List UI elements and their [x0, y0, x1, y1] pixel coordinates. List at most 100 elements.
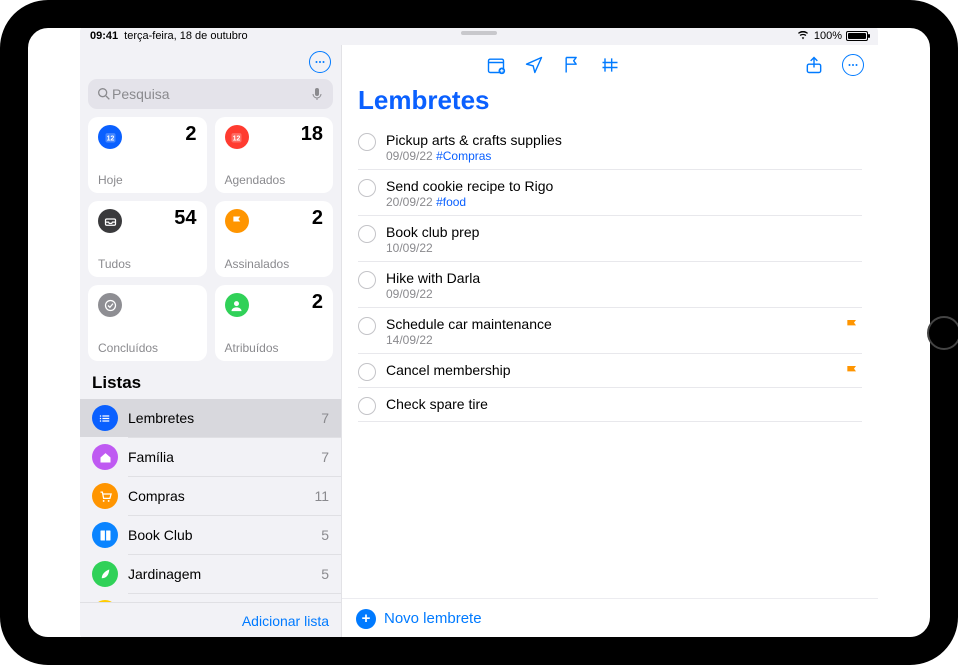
reminder-row[interactable]: Book club prep10/09/22: [358, 216, 862, 262]
location-icon[interactable]: [524, 55, 544, 75]
smart-card-count: 2: [185, 123, 196, 146]
list-name: Jardinagem: [128, 566, 311, 582]
list-count: 11: [314, 488, 329, 504]
reminder-row[interactable]: Hike with Darla09/09/22: [358, 262, 862, 308]
reminder-row[interactable]: Pickup arts & crafts supplies09/09/22 #C…: [358, 124, 862, 170]
reminder-title: Pickup arts & crafts supplies: [386, 132, 862, 148]
reminder-tag[interactable]: #Compras: [436, 149, 491, 163]
calendar-icon: 12: [98, 125, 122, 149]
complete-toggle[interactable]: [358, 179, 376, 197]
reminder-tag[interactable]: #food: [436, 195, 466, 209]
main-more-button[interactable]: [842, 54, 864, 76]
home-button[interactable]: [927, 316, 958, 350]
list-row-lembretes[interactable]: Lembretes 7: [80, 399, 341, 437]
list-row-compras[interactable]: Compras 11: [80, 477, 341, 515]
status-date: terça-feira, 18 de outubro: [124, 30, 248, 42]
page-title: Lembretes: [342, 85, 878, 124]
mic-icon[interactable]: [309, 86, 325, 102]
reminder-row[interactable]: Cancel membership: [358, 354, 862, 388]
list-icon: [92, 405, 118, 431]
flag-icon: [844, 364, 860, 380]
smart-card-label: Hoje: [98, 173, 197, 187]
calendar-icon: 12: [225, 125, 249, 149]
smart-card-count: 2: [312, 207, 323, 230]
reminder-title: Book club prep: [386, 224, 862, 240]
reminder-subtitle: 09/09/22: [386, 287, 862, 301]
plus-icon: +: [356, 609, 376, 629]
reminder-title: Send cookie recipe to Rigo: [386, 178, 862, 194]
main-panel: Lembretes Pickup arts & crafts supplies0…: [342, 45, 878, 638]
list-name: Compras: [128, 488, 304, 504]
smart-card-count: 2: [312, 291, 323, 314]
sidebar: 12 2 Hoje 1218Agendados 54 Tudos 2 Assinalados C…: [80, 45, 342, 638]
reminder-subtitle: 10/09/22: [386, 241, 862, 255]
smart-card-assinalados[interactable]: 2 Assinalados: [215, 201, 334, 277]
complete-toggle[interactable]: [358, 133, 376, 151]
smart-card-count: 54: [174, 207, 196, 230]
reminder-subtitle: 09/09/22 #Compras: [386, 149, 862, 163]
smart-card-label: Tudos: [98, 257, 197, 271]
list-count: 5: [321, 566, 329, 582]
search-field[interactable]: [88, 79, 333, 109]
person-icon: [225, 293, 249, 317]
list-row-jardinagem[interactable]: Jardinagem 5: [80, 555, 341, 593]
smart-card-atribuídos[interactable]: 2 Atribuídos: [215, 285, 334, 361]
smart-card-label: Atribuídos: [225, 341, 324, 355]
list-name: Família: [128, 449, 311, 465]
reminder-title: Schedule car maintenance: [386, 316, 862, 332]
new-reminder-label: Novo lembrete: [384, 610, 482, 627]
tray-icon: [98, 209, 122, 233]
status-bar: 09:41 terça-feira, 18 de outubro 100%: [80, 27, 878, 45]
smart-card-agendados[interactable]: 1218Agendados: [215, 117, 334, 193]
list-row-família[interactable]: Família 7: [80, 438, 341, 476]
reminder-row[interactable]: Check spare tire: [358, 388, 862, 422]
reminder-row[interactable]: Send cookie recipe to Rigo20/09/22 #food: [358, 170, 862, 216]
list-name: Lembretes: [128, 410, 311, 426]
flag-icon: [844, 318, 860, 334]
smart-card-label: Concluídos: [98, 341, 197, 355]
status-time: 09:41: [90, 30, 118, 42]
reminder-title: Check spare tire: [386, 396, 862, 412]
reminder-row[interactable]: Schedule car maintenance14/09/22: [358, 308, 862, 354]
svg-text:12: 12: [233, 135, 241, 142]
list-count: 7: [321, 449, 329, 465]
sidebar-more-button[interactable]: [309, 51, 331, 73]
add-list-button[interactable]: Adicionar lista: [80, 602, 341, 638]
reminder-title: Cancel membership: [386, 362, 862, 378]
smart-card-hoje[interactable]: 12 2 Hoje: [88, 117, 207, 193]
book-icon: [92, 522, 118, 548]
check-icon: [98, 293, 122, 317]
search-icon: [96, 86, 112, 102]
list-count: 5: [321, 527, 329, 543]
complete-toggle[interactable]: [358, 363, 376, 381]
flag-icon: [225, 209, 249, 233]
tag-icon[interactable]: [600, 55, 620, 75]
smart-card-concluídos[interactable]: Concluídos: [88, 285, 207, 361]
share-icon[interactable]: [804, 55, 824, 75]
reminder-subtitle: 14/09/22: [386, 333, 862, 347]
reminder-title: Hike with Darla: [386, 270, 862, 286]
calendar-add-icon[interactable]: [486, 55, 506, 75]
svg-text:12: 12: [106, 135, 114, 142]
leaf-icon: [92, 561, 118, 587]
smart-card-label: Agendados: [225, 173, 324, 187]
multitask-handle[interactable]: [461, 31, 497, 35]
flag-icon[interactable]: [562, 55, 582, 75]
reminder-subtitle: 20/09/22 #food: [386, 195, 862, 209]
cart-icon: [92, 483, 118, 509]
smart-card-label: Assinalados: [225, 257, 324, 271]
complete-toggle[interactable]: [358, 397, 376, 415]
new-reminder-button[interactable]: + Novo lembrete: [342, 598, 878, 638]
lists-header: Listas: [80, 369, 341, 399]
smart-card-tudos[interactable]: 54 Tudos: [88, 201, 207, 277]
complete-toggle[interactable]: [358, 225, 376, 243]
list-name: Book Club: [128, 527, 311, 543]
complete-toggle[interactable]: [358, 271, 376, 289]
list-count: 7: [321, 410, 329, 426]
search-input[interactable]: [112, 86, 309, 102]
list-row-book-club[interactable]: Book Club 5: [80, 516, 341, 554]
house-icon: [92, 444, 118, 470]
list-row-project-solarflare[interactable]: Project Solarflare: [80, 594, 341, 602]
complete-toggle[interactable]: [358, 317, 376, 335]
battery-text: 100%: [814, 30, 842, 42]
